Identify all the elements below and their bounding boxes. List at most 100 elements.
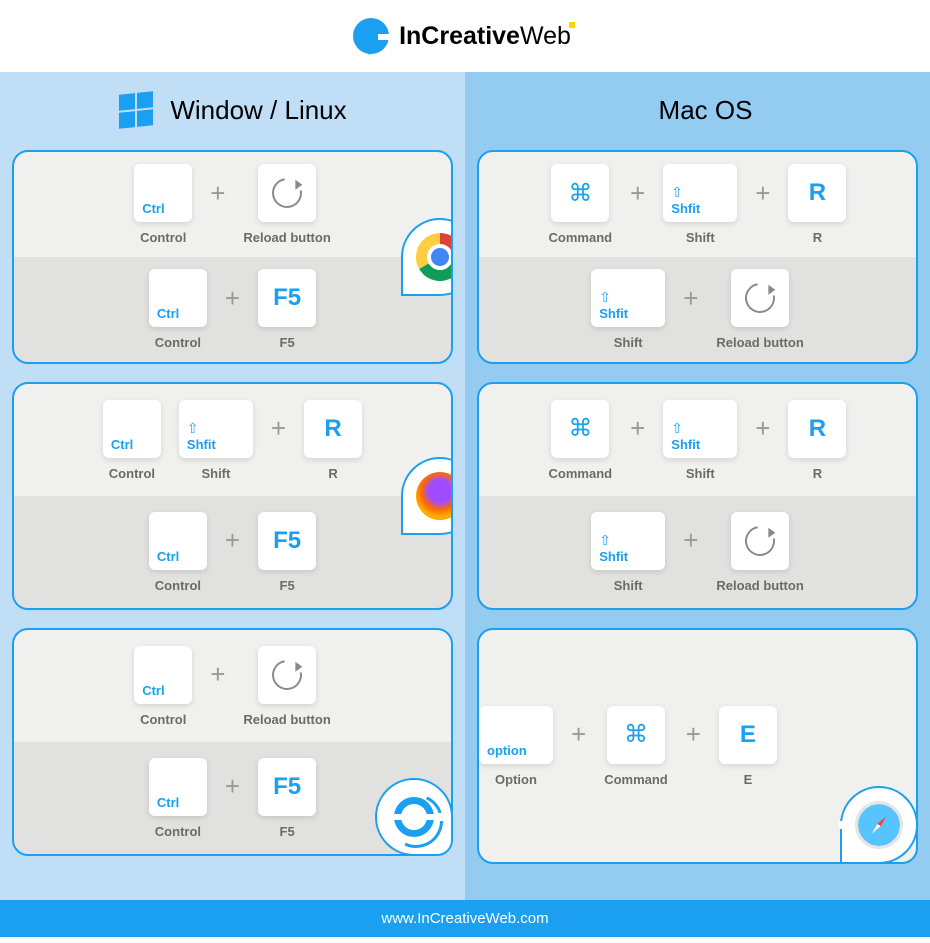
keylabel-f5: F5 bbox=[280, 335, 295, 350]
key-option: option bbox=[479, 706, 553, 764]
key-ctrl: Ctrl bbox=[103, 400, 161, 458]
logo-icon bbox=[353, 18, 389, 54]
key-shift: ⇧Shfit bbox=[179, 400, 253, 458]
card-firefox-mac: ⌘Command + ⇧ShfitShift + RR ⇧ShfitShift … bbox=[477, 382, 918, 610]
footer-url: www.InCreativeWeb.com bbox=[381, 910, 548, 927]
column-windows-linux: Window / Linux Ctrl Control + Reload butt… bbox=[0, 72, 465, 900]
keylabel-option: Option bbox=[495, 772, 537, 787]
key-ctrl: Ctrl bbox=[149, 269, 207, 327]
keylabel-control: Control bbox=[140, 712, 186, 727]
key-command: ⌘ bbox=[551, 400, 609, 458]
plus-icon: + bbox=[225, 269, 240, 327]
shortcut-row: ⌘Command + ⇧ShfitShift + RR bbox=[479, 384, 916, 496]
plus-icon: + bbox=[686, 706, 701, 764]
windows-icon bbox=[118, 90, 154, 130]
keylabel-shift: Shift bbox=[686, 466, 715, 481]
shortcut-row: Ctrl Control ⇧Shfit Shift + RR bbox=[14, 384, 451, 496]
key-command: ⌘ bbox=[551, 164, 609, 222]
key-r: R bbox=[788, 400, 846, 458]
footer: www.InCreativeWeb.com bbox=[0, 900, 930, 937]
keylabel-command: Command bbox=[604, 772, 668, 787]
plus-icon: + bbox=[571, 706, 586, 764]
plus-icon: + bbox=[755, 164, 770, 222]
key-reload bbox=[731, 512, 789, 570]
keylabel-shift: Shift bbox=[614, 335, 643, 350]
logo-text: InCreativeWeb bbox=[399, 22, 577, 51]
badge-safari bbox=[840, 786, 918, 864]
key-command: ⌘ bbox=[607, 706, 665, 764]
plus-icon: + bbox=[225, 512, 240, 570]
firefox-icon bbox=[416, 472, 453, 520]
key-r: R bbox=[304, 400, 362, 458]
key-f5: F5 bbox=[258, 269, 316, 327]
keylabel-r: R bbox=[813, 230, 822, 245]
card-chrome-windows: Ctrl Control + Reload button Ctrl Control … bbox=[12, 150, 453, 364]
main-grid: Window / Linux Ctrl Control + Reload butt… bbox=[0, 72, 930, 900]
ie-icon bbox=[394, 797, 434, 837]
heading-text-left: Window / Linux bbox=[170, 95, 346, 126]
chrome-icon bbox=[416, 233, 453, 281]
keylabel-shift: Shift bbox=[614, 578, 643, 593]
header: InCreativeWeb bbox=[0, 0, 930, 72]
plus-icon: + bbox=[683, 512, 698, 570]
key-ctrl: Ctrl bbox=[149, 758, 207, 816]
keylabel-shift: Shift bbox=[201, 466, 230, 481]
brand-part2: Web bbox=[520, 22, 571, 50]
key-reload bbox=[258, 164, 316, 222]
shortcut-row: Ctrl Control + F5 F5 bbox=[14, 257, 451, 362]
plus-icon: + bbox=[683, 269, 698, 327]
reload-icon bbox=[266, 172, 308, 214]
card-firefox-windows: Ctrl Control ⇧Shfit Shift + RR Ctrl Control… bbox=[12, 382, 453, 610]
key-shift: ⇧Shfit bbox=[663, 400, 737, 458]
shortcut-row: Ctrl Control + F5 F5 bbox=[14, 496, 451, 608]
key-reload bbox=[258, 646, 316, 704]
reload-icon bbox=[739, 277, 781, 319]
key-shift: ⇧Shfit bbox=[591, 512, 665, 570]
reload-icon bbox=[739, 520, 781, 562]
keylabel-r: R bbox=[328, 466, 337, 481]
shortcut-row: ⇧ShfitShift + Reload button bbox=[479, 257, 916, 362]
key-ctrl: Ctrl bbox=[134, 164, 192, 222]
safari-icon bbox=[855, 801, 903, 849]
keylabel-f5: F5 bbox=[280, 824, 295, 839]
key-r: R bbox=[788, 164, 846, 222]
reload-icon bbox=[266, 654, 308, 696]
plus-icon: + bbox=[210, 646, 225, 704]
plus-icon: + bbox=[225, 758, 240, 816]
card-ie-windows: Ctrl Control + Reload button Ctrl Control … bbox=[12, 628, 453, 856]
logo-accent bbox=[569, 22, 575, 28]
keylabel-shift: Shift bbox=[686, 230, 715, 245]
card-chrome-mac: ⌘Command + ⇧ShfitShift + RR ⇧ShfitShift … bbox=[477, 150, 918, 364]
plus-icon: + bbox=[271, 400, 286, 458]
heading-macos: Mac OS bbox=[477, 90, 918, 130]
plus-icon: + bbox=[630, 164, 645, 222]
keylabel-control: Control bbox=[109, 466, 155, 481]
key-f5: F5 bbox=[258, 512, 316, 570]
keylabel-control: Control bbox=[155, 824, 201, 839]
keylabel-f5: F5 bbox=[280, 578, 295, 593]
key-ctrl: Ctrl bbox=[149, 512, 207, 570]
plus-icon: + bbox=[630, 400, 645, 458]
keylabel-e: E bbox=[744, 772, 753, 787]
key-reload bbox=[731, 269, 789, 327]
shortcut-row: ⇧Shfit Shift + Reload button bbox=[479, 496, 916, 608]
shortcut-row: ⌘Command + ⇧ShfitShift + RR bbox=[479, 152, 916, 257]
heading-windows-linux: Window / Linux bbox=[12, 90, 453, 130]
keylabel-control: Control bbox=[155, 578, 201, 593]
key-e: E bbox=[719, 706, 777, 764]
keylabel-control: Control bbox=[155, 335, 201, 350]
keylabel-reload: Reload button bbox=[243, 230, 330, 245]
keylabel-reload: Reload button bbox=[243, 712, 330, 727]
plus-icon: + bbox=[210, 164, 225, 222]
plus-icon: + bbox=[755, 400, 770, 458]
key-f5: F5 bbox=[258, 758, 316, 816]
keylabel-reload: Reload button bbox=[716, 578, 803, 593]
badge-ie bbox=[375, 778, 453, 856]
shortcut-row: option Option + ⌘ Command + EE bbox=[479, 630, 777, 862]
keylabel-control: Control bbox=[140, 230, 186, 245]
keylabel-reload: Reload button bbox=[716, 335, 803, 350]
shortcut-row: Ctrl Control + Reload button bbox=[14, 630, 451, 742]
card-safari-mac: option Option + ⌘ Command + EE bbox=[477, 628, 918, 864]
key-ctrl: Ctrl bbox=[134, 646, 192, 704]
key-shift: ⇧Shfit bbox=[663, 164, 737, 222]
